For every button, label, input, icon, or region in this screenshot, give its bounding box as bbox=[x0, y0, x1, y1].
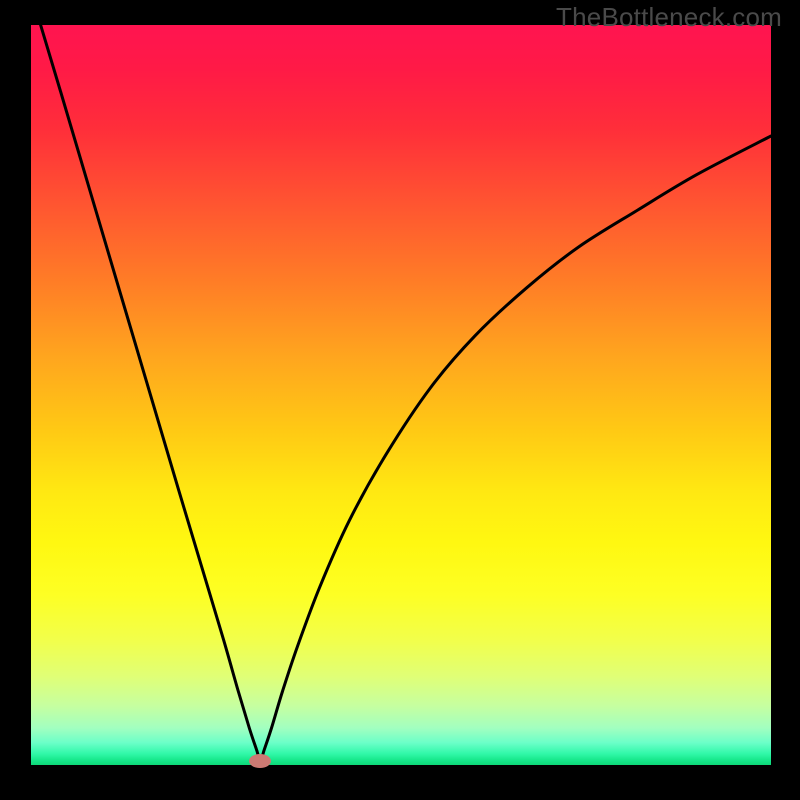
chart-plot-area bbox=[31, 25, 771, 765]
watermark-text: TheBottleneck.com bbox=[556, 2, 782, 33]
optimal-point-marker bbox=[249, 754, 271, 768]
curve-svg bbox=[31, 25, 771, 765]
bottleneck-curve-line bbox=[41, 25, 771, 761]
